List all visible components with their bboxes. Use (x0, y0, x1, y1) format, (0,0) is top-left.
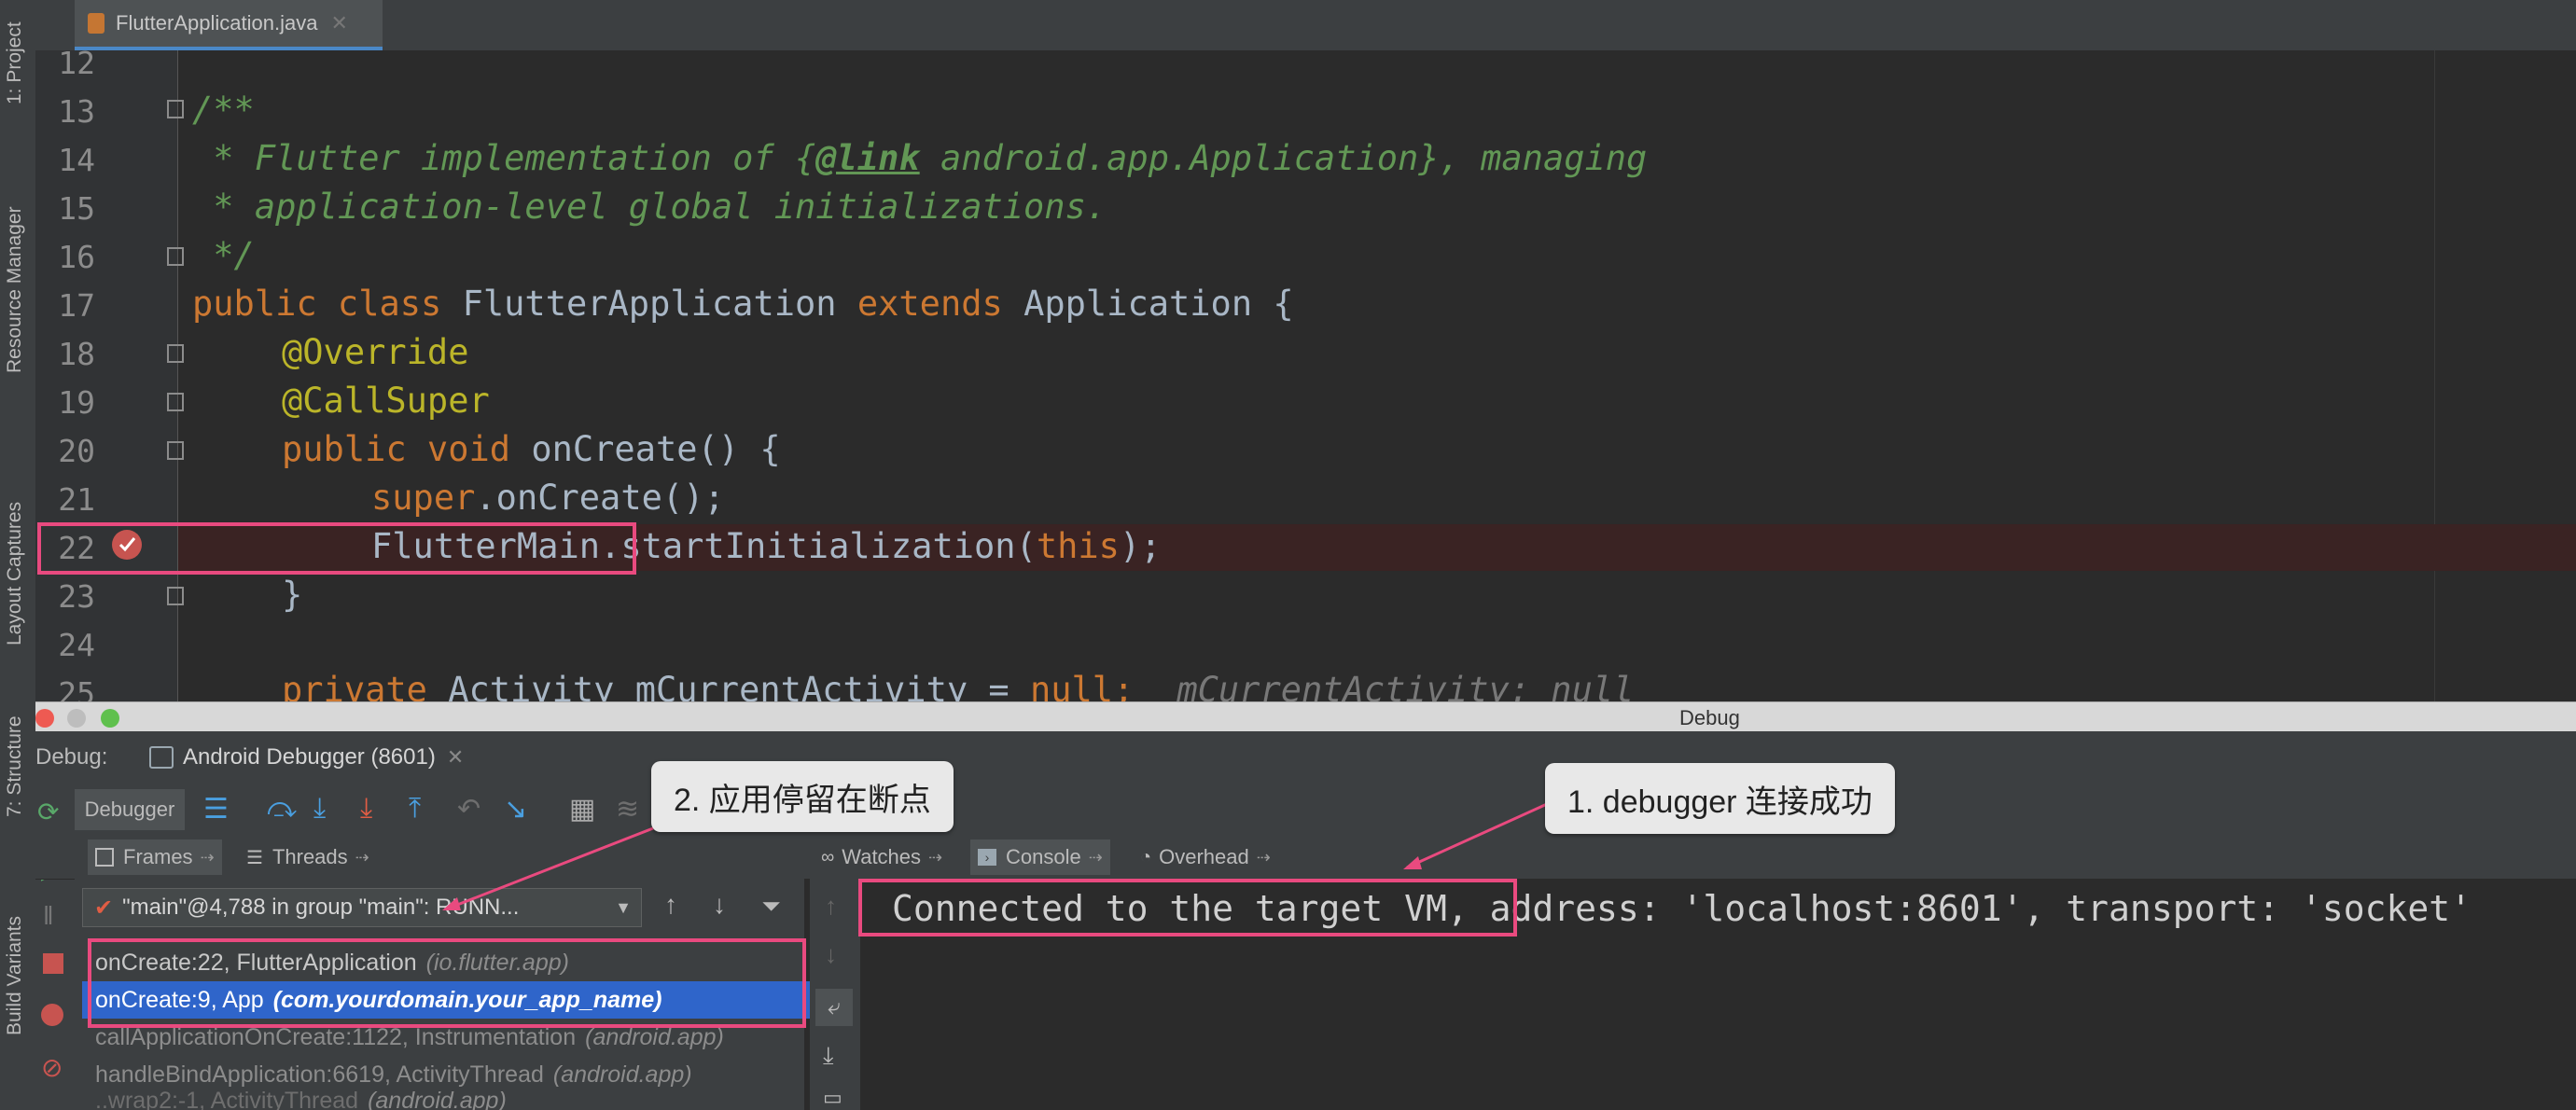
callout-arrows (442, 802, 1548, 910)
callout-app-paused: 2. 应用停留在断点 (651, 761, 954, 832)
callout-text: 2. 应用停留在断点 (674, 782, 931, 818)
callout-text: 1. debugger 连接成功 (1567, 784, 1873, 820)
callout-debugger-connected: 1. debugger 连接成功 (1545, 763, 1895, 834)
